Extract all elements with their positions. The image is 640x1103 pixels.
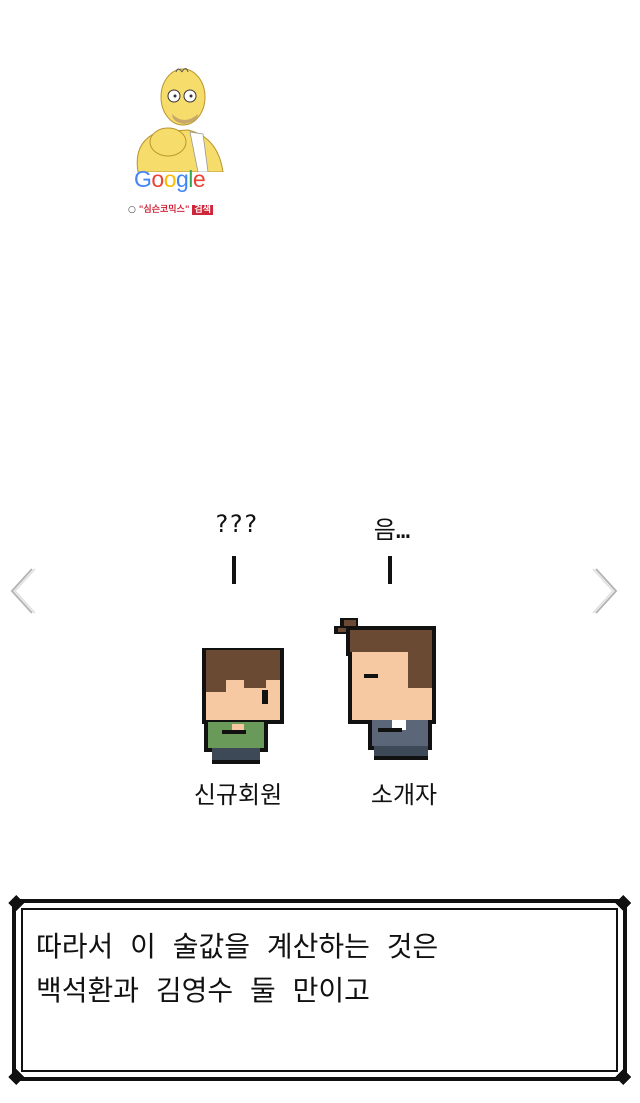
search-icon: ○	[128, 205, 136, 215]
search-hint: ○ "심슨코믹스" 검색	[128, 202, 213, 215]
right-speech: 음…	[373, 516, 411, 544]
introducer-sprite	[334, 618, 436, 760]
left-speech: ???	[214, 510, 258, 538]
dialog-text: 따라서 이 술값을 계산하는 것은 백석환과 김영수 둘 만이고	[36, 925, 606, 1013]
new-member-sprite	[202, 648, 284, 764]
chevron-left-icon[interactable]	[6, 565, 36, 617]
homer-simpson-icon	[136, 68, 224, 172]
new-member-label: 신규회원	[193, 781, 283, 809]
left-speech-tick	[232, 556, 236, 584]
search-button-label: 검색	[192, 205, 213, 215]
dialog-line-2: 백석환과 김영수 둘 만이고	[36, 974, 370, 1007]
right-speech-tick	[388, 556, 392, 584]
introducer-label: 소개자	[370, 781, 438, 809]
dialog-line-1: 따라서 이 술값을 계산하는 것은	[36, 930, 439, 963]
simpson-comics-watermark: Google ○ "심슨코믹스" 검색	[126, 62, 236, 222]
google-logo: Google	[134, 166, 206, 192]
search-keyword: "심슨코믹스"	[138, 205, 190, 215]
chevron-right-icon[interactable]	[592, 565, 622, 617]
